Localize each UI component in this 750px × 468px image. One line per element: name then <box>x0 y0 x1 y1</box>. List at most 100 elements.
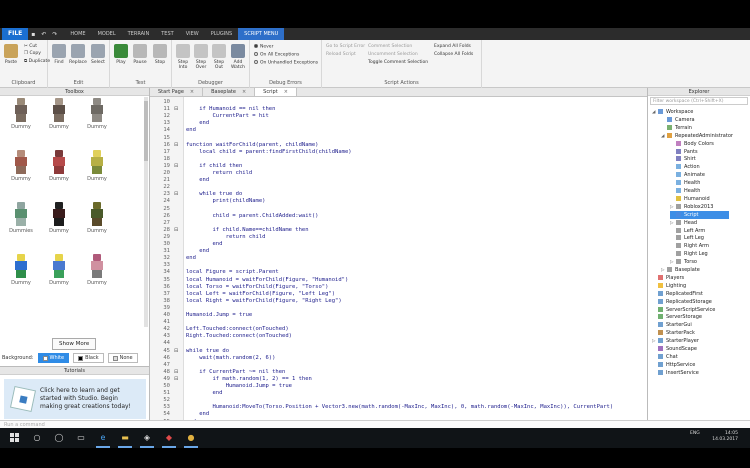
explorer-item[interactable]: Humanoid <box>670 195 710 203</box>
toolbox-model-item[interactable]: Dummy <box>6 254 36 286</box>
explorer-item[interactable]: StarterPack <box>652 329 695 337</box>
explorer-item[interactable]: Health <box>670 179 700 187</box>
cut-button[interactable]: ✂ Cut <box>24 44 37 49</box>
toolbox-scrollbar[interactable] <box>144 97 148 327</box>
expand-all-folds-button[interactable]: Expand All Folds <box>434 44 471 49</box>
explorer-item[interactable]: Script <box>670 210 729 219</box>
explorer-item[interactable]: ▷ Baseplate <box>661 266 700 274</box>
explorer-item[interactable]: Lighting <box>652 282 686 290</box>
language-indicator[interactable]: ENG <box>690 431 700 436</box>
redo-icon[interactable]: ↷ <box>52 31 57 38</box>
duplicate-button[interactable]: ⧉ Duplicate <box>24 58 50 64</box>
bg-black-option[interactable]: Black <box>73 353 104 363</box>
collapse-all-folds-button[interactable]: Collapse All Folds <box>434 52 473 57</box>
explorer-item[interactable]: Right Arm <box>670 242 709 250</box>
editor-tab[interactable]: Start Page × <box>150 88 204 96</box>
fold-toggle-icon[interactable]: ⊟ <box>174 369 178 375</box>
menu-tab[interactable]: TEST <box>155 28 179 40</box>
fold-toggle-icon[interactable]: ⊟ <box>174 142 178 148</box>
folder-icon[interactable]: ▬ <box>118 433 132 443</box>
close-icon[interactable]: × <box>242 89 246 95</box>
toolbox-model-item[interactable]: Dummy <box>82 98 112 130</box>
explorer-item[interactable]: Body Colors <box>670 140 714 148</box>
explorer-item[interactable]: Shirt <box>670 155 696 163</box>
toolbox-model-item[interactable]: Dummy <box>82 202 112 234</box>
store-icon[interactable]: ◈ <box>140 433 154 443</box>
go-to-script-error-button[interactable]: Go to Script Error <box>326 44 365 49</box>
toolbox-model-item[interactable]: Dummy <box>6 150 36 182</box>
explorer-item[interactable]: Chat <box>652 353 678 361</box>
select-button[interactable]: Select <box>89 44 107 65</box>
add-watch-button[interactable]: Add Watch <box>229 44 247 70</box>
replace-button[interactable]: Replace <box>69 44 87 65</box>
tutorial-banner[interactable]: Click here to learn and get started with… <box>4 379 146 419</box>
undo-icon[interactable]: ↶ <box>41 31 46 38</box>
toolbox-model-item[interactable]: Dummy <box>6 98 36 130</box>
editor-tab[interactable]: Script × <box>255 88 297 96</box>
menu-tab[interactable]: PLUGINS <box>205 28 238 40</box>
studio-icon[interactable]: ◆ <box>162 433 176 443</box>
toolbox-model-item[interactable]: Dummy <box>82 150 112 182</box>
explorer-item[interactable]: ◢ Workspace <box>652 108 693 116</box>
search-icon[interactable]: ○ <box>30 433 44 443</box>
fold-toggle-icon[interactable]: ⊟ <box>174 106 178 112</box>
explorer-item[interactable]: ◢ RepeatedAdministrator <box>661 132 733 140</box>
comment-selection-button[interactable]: Comment Selection <box>368 44 412 49</box>
code-area[interactable]: if Humanoid == nil then CurrentPart = hi… <box>184 97 647 428</box>
play-button[interactable]: Play <box>112 44 130 65</box>
step-out-button[interactable]: Step Out <box>210 44 228 70</box>
toolbox-model-item[interactable]: Dummy <box>44 202 74 234</box>
uncomment-selection-button[interactable]: Uncomment Selection <box>368 52 418 57</box>
explorer-item[interactable]: ▷ Head <box>670 219 697 227</box>
cortana-icon[interactable]: ◯ <box>52 433 66 443</box>
chrome-icon[interactable]: ● <box>184 433 198 443</box>
menu-tab[interactable]: MODEL <box>92 28 122 40</box>
explorer-item[interactable]: Camera <box>661 116 695 124</box>
step-over-button[interactable]: Step Over <box>192 44 210 70</box>
explorer-item[interactable]: Pants <box>670 148 698 156</box>
fold-toggle-icon[interactable]: ⊟ <box>174 376 178 382</box>
explorer-item[interactable]: Left Leg <box>670 234 704 242</box>
toolbox-model-item[interactable]: Dummy <box>44 98 74 130</box>
command-bar-input[interactable]: Run a command <box>0 420 750 428</box>
scrollbar-thumb[interactable] <box>144 101 148 161</box>
explorer-item[interactable]: ServerScriptService <box>652 306 715 314</box>
explorer-item[interactable]: ▷ Roblox2013 <box>670 203 713 211</box>
fold-toggle-icon[interactable]: ⊟ <box>174 348 178 354</box>
pause-button[interactable]: Pause <box>131 44 149 65</box>
on-all-exceptions-radio[interactable]: On All Exceptions <box>254 52 299 58</box>
toggle-comment-button[interactable]: Toggle Comment Selection <box>368 60 428 65</box>
fold-toggle-icon[interactable]: ⊟ <box>174 163 178 169</box>
task-view-icon[interactable]: ▭ <box>74 433 88 443</box>
menu-tab[interactable]: VIEW <box>180 28 205 40</box>
explorer-filter-input[interactable]: Filter workspace (Ctrl+Shift+X) <box>650 97 748 105</box>
explorer-item[interactable]: ▷ Torso <box>670 258 697 266</box>
explorer-item[interactable]: ReplicatedFirst <box>652 290 703 298</box>
explorer-item[interactable]: StarterGui <box>652 321 692 329</box>
bg-none-option[interactable]: None <box>107 353 138 363</box>
menu-tab[interactable]: SCRIPT MENU <box>238 28 285 40</box>
explorer-item[interactable]: ReplicatedStorage <box>652 298 712 306</box>
explorer-item[interactable]: SoundScape <box>652 345 697 353</box>
fold-toggle-icon[interactable]: ⊟ <box>174 191 178 197</box>
menu-tab[interactable]: HOME <box>64 28 91 40</box>
paste-button[interactable]: Paste <box>2 44 20 65</box>
windows-start-icon[interactable] <box>10 433 20 443</box>
editor-tab[interactable]: Baseplate × <box>203 88 256 96</box>
reload-script-button[interactable]: Reload Script <box>326 52 356 57</box>
edge-icon[interactable]: e <box>96 433 110 443</box>
explorer-item[interactable]: InsertService <box>652 369 699 377</box>
find-button[interactable]: Find <box>50 44 68 65</box>
explorer-item[interactable]: Terrain <box>661 124 692 132</box>
fold-toggle-icon[interactable]: ⊟ <box>174 227 178 233</box>
toolbox-model-item[interactable]: Dummies <box>6 202 36 234</box>
explorer-item[interactable]: Action <box>670 163 700 171</box>
save-icon[interactable]: ▪ <box>31 31 35 38</box>
stop-button[interactable]: Stop <box>151 44 169 65</box>
copy-button[interactable]: ❐ Copy <box>24 51 41 56</box>
explorer-item[interactable]: Left Arm <box>670 227 705 235</box>
explorer-item[interactable]: Health <box>670 187 700 195</box>
toolbox-model-item[interactable]: Dummy <box>44 150 74 182</box>
explorer-item[interactable]: ServerStorage <box>652 313 702 321</box>
file-menu-button[interactable]: FILE <box>2 28 29 40</box>
